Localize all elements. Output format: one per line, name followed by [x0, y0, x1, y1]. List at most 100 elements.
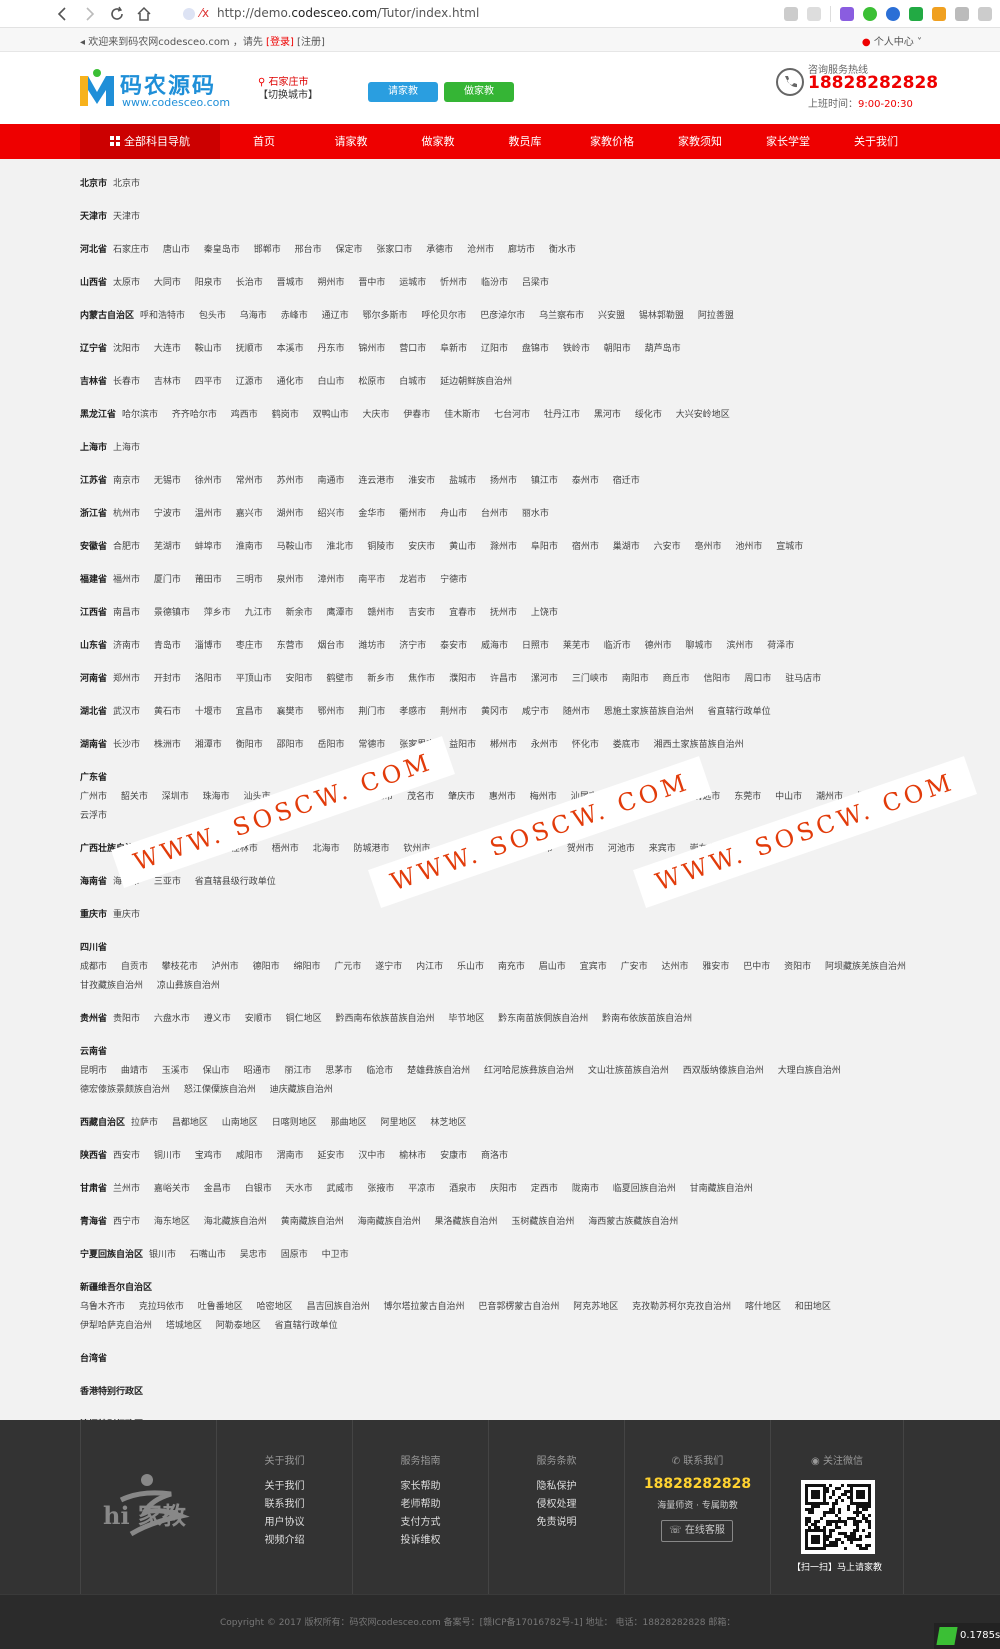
city-link[interactable]: 大庆市 [362, 410, 389, 420]
footer-link-infringement[interactable]: 侵权处理 [489, 1496, 624, 1514]
city-link[interactable]: 北海市 [313, 844, 340, 854]
city-link[interactable]: 阳泉市 [195, 278, 222, 288]
province-name[interactable]: 山东省 [80, 641, 107, 651]
city-link[interactable]: 海北藏族自治州 [204, 1217, 267, 1227]
grid-icon[interactable] [784, 7, 798, 21]
city-link[interactable]: 合肥市 [113, 542, 140, 552]
city-link[interactable]: 牡丹江市 [544, 410, 580, 420]
city-link[interactable]: 黄石市 [154, 707, 181, 717]
city-link[interactable]: 红河哈尼族彝族自治州 [484, 1066, 574, 1076]
city-link[interactable]: 宜昌市 [236, 707, 263, 717]
city-link[interactable]: 迪庆藏族自治州 [270, 1085, 333, 1095]
city-link[interactable]: 遂宁市 [375, 962, 402, 972]
province-name[interactable]: 香港特别行政区 [80, 1387, 143, 1397]
city-link[interactable]: 镇江市 [531, 476, 558, 486]
scissors-icon[interactable] [909, 7, 923, 21]
city-link[interactable]: 淮安市 [408, 476, 435, 486]
city-link[interactable]: 滁州市 [490, 542, 517, 552]
city-link[interactable]: 岳阳市 [317, 740, 344, 750]
city-link[interactable]: 宁德市 [440, 575, 467, 585]
city-link[interactable]: 台州市 [481, 509, 508, 519]
province-name[interactable]: 内蒙古自治区 [80, 311, 134, 321]
province-name[interactable]: 四川省 [80, 939, 914, 958]
city-link[interactable]: 邢台市 [295, 245, 322, 255]
city-link[interactable]: 内江市 [416, 962, 443, 972]
city-link[interactable]: 包头市 [199, 311, 226, 321]
city-link[interactable]: 信阳市 [703, 674, 730, 684]
city-link[interactable]: 荆州市 [440, 707, 467, 717]
city-link[interactable]: 肇庆市 [448, 792, 475, 802]
city-link[interactable]: 郑州市 [113, 674, 140, 684]
city-link[interactable]: 池州市 [735, 542, 762, 552]
city-link[interactable]: 荷泽市 [767, 641, 794, 651]
city-link[interactable]: 扬州市 [490, 476, 517, 486]
city-link[interactable]: 达州市 [661, 962, 688, 972]
city-link[interactable]: 临沧市 [366, 1066, 393, 1076]
city-link[interactable]: 吉安市 [408, 608, 435, 618]
city-link[interactable]: 茂名市 [407, 792, 434, 802]
city-link[interactable]: 齐齐哈尔市 [172, 410, 217, 420]
province-name[interactable]: 黑龙江省 [80, 410, 116, 420]
city-link[interactable]: 克拉玛依市 [139, 1302, 184, 1312]
city-link[interactable]: 来宾市 [649, 844, 676, 854]
city-link[interactable]: 阿坝藏族羌族自治州 [825, 962, 906, 972]
extension-icon[interactable] [840, 7, 854, 21]
city-link[interactable]: 兰州市 [113, 1184, 140, 1194]
city-link[interactable]: 枣庄市 [236, 641, 263, 651]
province-name[interactable]: 浙江省 [80, 509, 107, 519]
city-link[interactable]: 玉树藏族自治州 [511, 1217, 574, 1227]
nav-about-us[interactable]: 关于我们 [832, 124, 920, 159]
province-name[interactable]: 湖南省 [80, 740, 107, 750]
city-link[interactable]: 武威市 [326, 1184, 353, 1194]
city-link[interactable]: 漳州市 [317, 575, 344, 585]
city-link[interactable]: 甘南藏族自治州 [690, 1184, 753, 1194]
city-link[interactable]: 新乡市 [367, 674, 394, 684]
city-link[interactable]: 阜阳市 [531, 542, 558, 552]
city-link[interactable]: 乌海市 [240, 311, 267, 321]
province-name[interactable]: 甘肃省 [80, 1184, 107, 1194]
city-link[interactable]: 珠海市 [203, 792, 230, 802]
nav-all-subjects[interactable]: 全部科目导航 [80, 124, 220, 159]
city-link[interactable]: 鞍山市 [195, 344, 222, 354]
city-link[interactable]: 长沙市 [113, 740, 140, 750]
city-link[interactable]: 果洛藏族自治州 [434, 1217, 497, 1227]
city-link[interactable]: 锦州市 [358, 344, 385, 354]
city-link[interactable]: 随州市 [563, 707, 590, 717]
city-link[interactable]: 漯河市 [531, 674, 558, 684]
city-link[interactable]: 宣城市 [776, 542, 803, 552]
city-link[interactable]: 抚州市 [490, 608, 517, 618]
footer-link-complaint[interactable]: 投诉维权 [353, 1532, 488, 1550]
city-link[interactable]: 怀化市 [572, 740, 599, 750]
city-link[interactable]: 山南地区 [222, 1118, 258, 1128]
city-link[interactable]: 泉州市 [277, 575, 304, 585]
city-link[interactable]: 宿迁市 [613, 476, 640, 486]
city-link[interactable]: 三门峡市 [572, 674, 608, 684]
city-link[interactable]: 黔南布依族苗族自治州 [602, 1014, 692, 1024]
city-link[interactable]: 吐鲁番地区 [198, 1302, 243, 1312]
city-link[interactable]: 大兴安岭地区 [676, 410, 730, 420]
province-name[interactable]: 北京市 [80, 179, 107, 189]
city-link[interactable]: 济宁市 [399, 641, 426, 651]
city-link[interactable]: 南阳市 [622, 674, 649, 684]
city-link[interactable]: 金昌市 [204, 1184, 231, 1194]
nav-become-tutor[interactable]: 做家教 [394, 124, 482, 159]
city-link[interactable]: 克孜勒苏柯尔克孜自治州 [632, 1302, 731, 1312]
city-link[interactable]: 巢湖市 [613, 542, 640, 552]
footer-link-privacy[interactable]: 隐私保护 [489, 1478, 624, 1496]
city-link[interactable]: 运城市 [399, 278, 426, 288]
province-name[interactable]: 安徽省 [80, 542, 107, 552]
city-link[interactable]: 开封市 [154, 674, 181, 684]
city-link[interactable]: 新余市 [286, 608, 313, 618]
city-link[interactable]: 上饶市 [531, 608, 558, 618]
city-link[interactable]: 攀枝花市 [162, 962, 198, 972]
city-link[interactable]: 眉山市 [539, 962, 566, 972]
city-link[interactable]: 烟台市 [317, 641, 344, 651]
city-link[interactable]: 昭通市 [244, 1066, 271, 1076]
nav-notice[interactable]: 家教须知 [656, 124, 744, 159]
city-link[interactable]: 洛阳市 [195, 674, 222, 684]
city-link[interactable]: 韶关市 [121, 792, 148, 802]
city-link[interactable]: 张家口市 [376, 245, 412, 255]
city-link[interactable]: 通化市 [277, 377, 304, 387]
city-link[interactable]: 十堰市 [195, 707, 222, 717]
city-link[interactable]: 永州市 [531, 740, 558, 750]
